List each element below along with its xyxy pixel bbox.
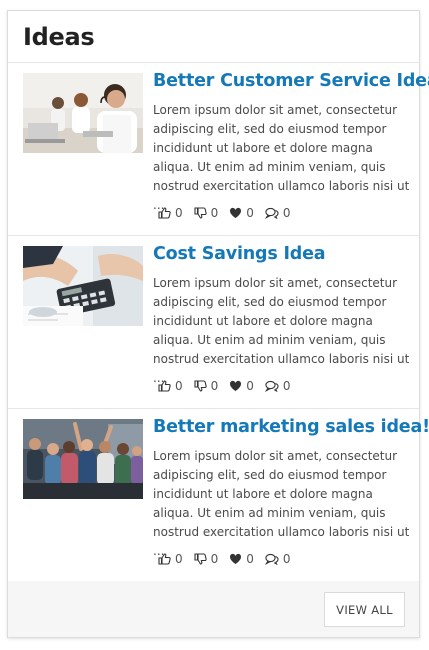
- comments-icon: [264, 380, 279, 392]
- comment-count: 0: [282, 379, 291, 393]
- idea-item: Better marketing sales idea! Lorem ipsum…: [8, 409, 429, 582]
- thumbs-up-icon: [158, 380, 171, 392]
- ideas-widget: Ideas Better Customer Service Idea Lorem…: [7, 10, 429, 638]
- dislike-count: 0: [210, 206, 219, 220]
- thumbs-up-icon: [158, 207, 171, 219]
- idea-title-link[interactable]: Better Customer Service Idea: [153, 71, 429, 91]
- favorite-stat[interactable]: 0: [229, 552, 254, 566]
- comment-stat[interactable]: 0: [264, 206, 291, 220]
- idea-excerpt: Lorem ipsum dolor sit amet, consectetur …: [153, 103, 410, 212]
- like-count: 0: [175, 552, 183, 566]
- favorite-count: 0: [246, 552, 254, 566]
- widget-title: Ideas: [23, 22, 95, 51]
- idea-item: Cost Savings Idea Lorem ipsum dolor sit …: [8, 236, 419, 409]
- like-stat[interactable]: 0: [158, 379, 183, 393]
- favorite-stat[interactable]: 0: [229, 206, 254, 220]
- comment-count: 0: [282, 206, 291, 220]
- idea-stats: 0 0 0 0: [158, 379, 302, 393]
- idea-thumbnail-calculator[interactable]: [23, 246, 143, 326]
- idea-excerpt: Lorem ipsum dolor sit amet, consectetur …: [153, 276, 410, 385]
- favorite-stat[interactable]: 0: [229, 379, 254, 393]
- idea-stats: 0 0 0 0: [158, 206, 302, 220]
- widget-footer: VIEW ALL: [8, 581, 419, 637]
- thumbs-up-icon: [158, 553, 171, 565]
- dislike-stat[interactable]: 0: [194, 206, 219, 220]
- view-all-button[interactable]: VIEW ALL: [324, 592, 405, 627]
- favorite-count: 0: [246, 379, 254, 393]
- like-count: 0: [175, 206, 183, 220]
- thumbs-down-icon: [194, 380, 207, 392]
- comments-icon: [264, 207, 279, 219]
- comment-count: 0: [282, 552, 291, 566]
- like-count: 0: [175, 379, 183, 393]
- thumbs-down-icon: [194, 553, 207, 565]
- comment-stat[interactable]: 0: [264, 552, 291, 566]
- comments-icon: [264, 553, 279, 565]
- heart-icon: [230, 380, 242, 391]
- idea-excerpt: Lorem ipsum dolor sit amet, consectetur …: [153, 449, 410, 558]
- idea-thumbnail-team[interactable]: [23, 419, 143, 499]
- thumbs-down-icon: [194, 207, 207, 219]
- comment-stat[interactable]: 0: [264, 379, 291, 393]
- idea-item: Better Customer Service Idea Lorem ipsum…: [8, 63, 429, 236]
- favorite-count: 0: [246, 206, 254, 220]
- like-stat[interactable]: 0: [158, 206, 183, 220]
- idea-stats: 0 0 0 0: [158, 552, 302, 566]
- heart-icon: [230, 553, 242, 564]
- idea-title-link[interactable]: Better marketing sales idea!: [153, 417, 429, 437]
- idea-thumbnail-call-center[interactable]: [23, 73, 143, 153]
- dislike-stat[interactable]: 0: [194, 552, 219, 566]
- widget-header: Ideas: [8, 11, 419, 63]
- dislike-stat[interactable]: 0: [194, 379, 219, 393]
- dislike-count: 0: [210, 552, 219, 566]
- like-stat[interactable]: 0: [158, 552, 183, 566]
- dislike-count: 0: [210, 379, 219, 393]
- idea-title-link[interactable]: Cost Savings Idea: [153, 244, 413, 264]
- heart-icon: [230, 207, 242, 218]
